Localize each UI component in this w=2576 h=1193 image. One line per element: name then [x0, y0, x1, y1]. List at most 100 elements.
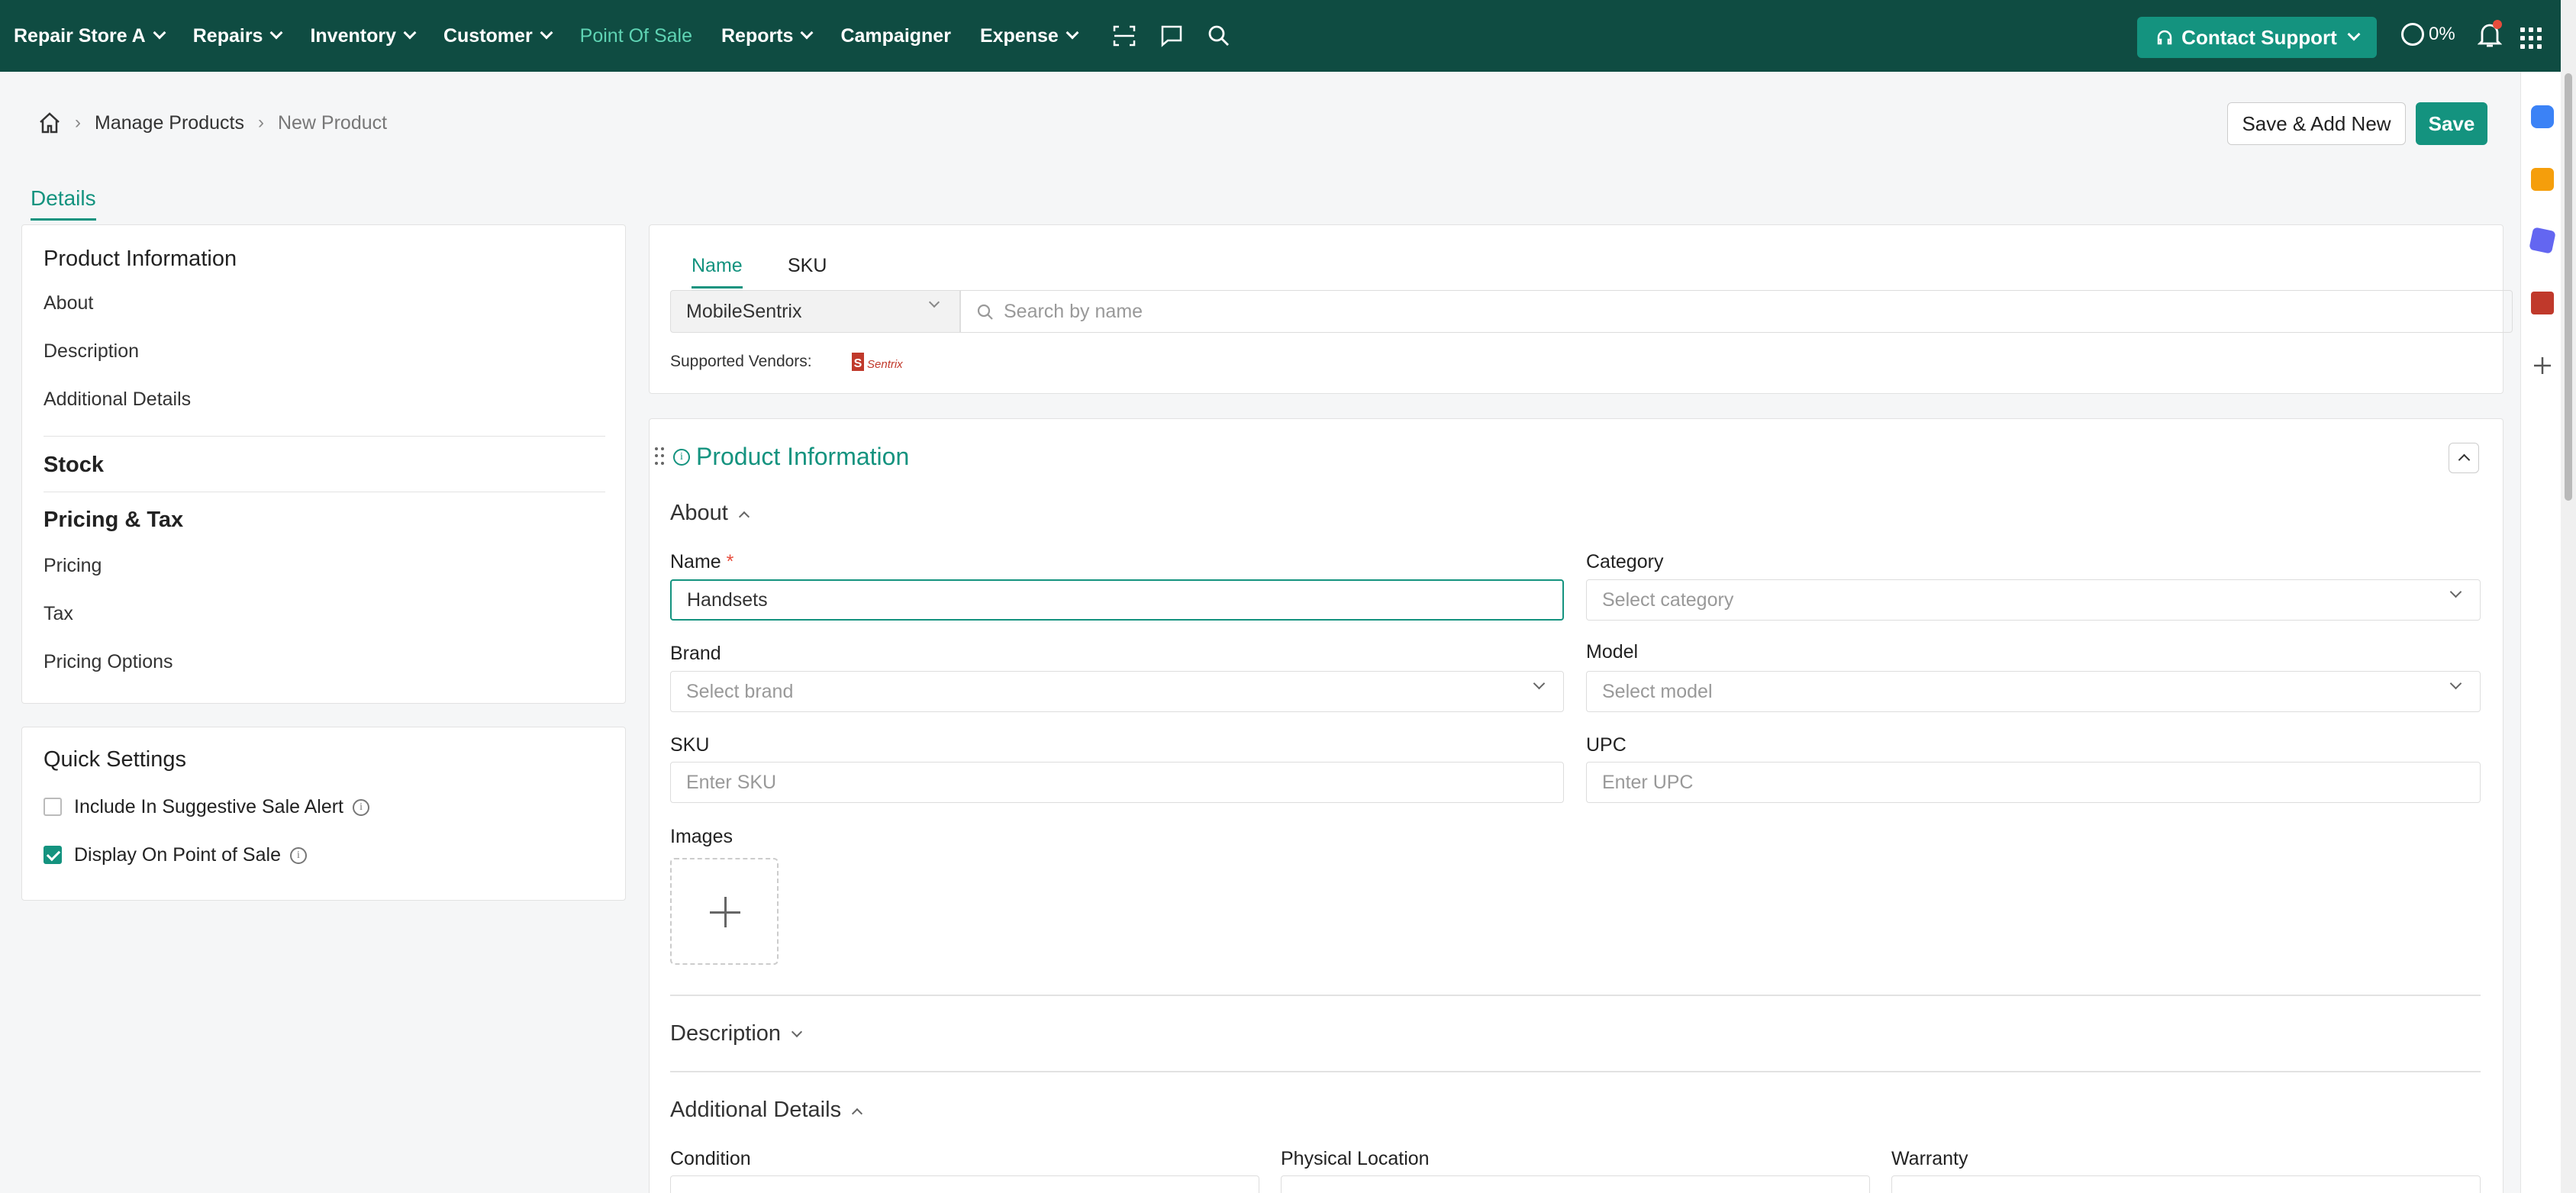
save-button[interactable]: Save [2416, 102, 2487, 145]
quick-settings-title: Quick Settings [44, 747, 186, 772]
condition-select[interactable] [670, 1175, 1259, 1193]
progress-ring-icon [2401, 23, 2424, 46]
category-select[interactable]: Select category [1586, 579, 2481, 621]
chevron-down-icon [2449, 585, 2462, 598]
tab-name[interactable]: Name [692, 255, 743, 289]
description-title: Description [670, 1021, 782, 1046]
nav-reports[interactable]: Reports [721, 24, 814, 47]
nav-pricing-tax[interactable]: Pricing & Tax [44, 508, 183, 533]
divider [44, 436, 605, 437]
home-icon[interactable] [38, 111, 61, 134]
brand-placeholder: Select brand [686, 680, 794, 702]
nav-about[interactable]: About [44, 292, 93, 314]
nav-stock[interactable]: Stock [44, 453, 104, 478]
chevron-down-icon [269, 26, 283, 40]
model-placeholder: Select model [1602, 680, 1713, 702]
divider [670, 1071, 2481, 1072]
info-icon: i [673, 449, 690, 466]
store-selector[interactable]: Repair Store A [14, 24, 166, 47]
info-icon[interactable]: i [353, 798, 370, 816]
cards-app-icon[interactable] [2529, 227, 2556, 254]
checkbox-text: Include In Suggestive Sale Alert [74, 796, 344, 817]
model-select[interactable]: Select model [1586, 671, 2481, 712]
storage-app-icon[interactable] [2531, 292, 2554, 314]
about-title: About [670, 501, 728, 525]
setup-progress[interactable]: 0% [2401, 23, 2455, 46]
vendor-select[interactable]: MobileSentrix [670, 290, 960, 333]
section-title-product-information: Product Information [696, 443, 910, 470]
nav-customer[interactable]: Customer [443, 24, 553, 47]
chat-app-icon[interactable] [2531, 105, 2554, 128]
nav-label: Reports [721, 24, 794, 47]
notification-dot [2493, 20, 2502, 29]
brand-select[interactable]: Select brand [670, 671, 1564, 712]
nav-inventory[interactable]: Inventory [310, 24, 417, 47]
chevron-down-icon [1066, 26, 1079, 40]
condition-label: Condition [670, 1148, 751, 1169]
notes-app-icon[interactable] [2531, 168, 2554, 191]
chevron-down-icon [153, 26, 166, 40]
chevron-up-icon [852, 1108, 863, 1119]
chat-icon[interactable] [1153, 18, 1190, 54]
additional-details-header[interactable]: Additional Details [670, 1098, 863, 1123]
nav-pricing-options[interactable]: Pricing Options [44, 651, 173, 673]
category-placeholder: Select category [1602, 588, 1734, 611]
quick-settings-panel: Quick Settings Include In Suggestive Sal… [21, 727, 626, 901]
scrollbar-thumb[interactable] [2565, 73, 2572, 501]
nav-expense[interactable]: Expense [979, 24, 1079, 47]
breadcrumb-separator: › [257, 112, 264, 133]
nav-label: Inventory [310, 24, 396, 47]
suggestive-sale-label: Include In Suggestive Sale Alert i [74, 796, 370, 818]
store-label: Repair Store A [14, 24, 146, 47]
breadcrumb: › Manage Products › New Product [38, 111, 387, 134]
nav-label: Expense [979, 24, 1059, 47]
apps-grid-icon[interactable] [2520, 27, 2542, 49]
nav-repairs[interactable]: Repairs [192, 24, 283, 47]
breadcrumb-separator: › [75, 112, 81, 133]
nav-point-of-sale[interactable]: Point Of Sale [580, 25, 692, 47]
tab-sku[interactable]: SKU [788, 255, 827, 277]
upc-input[interactable]: Enter UPC [1586, 762, 2481, 803]
description-header[interactable]: Description [670, 1021, 803, 1046]
about-header[interactable]: About [670, 501, 750, 526]
chevron-down-icon [791, 1026, 803, 1037]
contact-support-button[interactable]: Contact Support [2137, 17, 2377, 58]
sku-label: SKU [670, 734, 710, 756]
breadcrumb-manage-products[interactable]: Manage Products [95, 112, 244, 134]
suggestive-sale-checkbox[interactable] [44, 798, 62, 816]
nav-pricing[interactable]: Pricing [44, 555, 102, 577]
sku-input[interactable]: Enter SKU [670, 762, 1564, 803]
nav-campaigner[interactable]: Campaigner [840, 25, 950, 47]
chevron-down-icon [540, 26, 553, 40]
drag-handle-icon[interactable] [655, 447, 666, 466]
nav-tax[interactable]: Tax [44, 603, 73, 625]
model-label: Model [1586, 641, 1639, 663]
chevron-down-icon [928, 296, 940, 308]
nav-label: Point Of Sale [579, 24, 692, 47]
scan-icon[interactable] [1106, 18, 1143, 54]
headset-icon [2157, 30, 2172, 45]
physical-location-select[interactable] [1281, 1175, 1870, 1193]
nav-additional-details[interactable]: Additional Details [44, 389, 191, 411]
add-app-icon[interactable] [2531, 354, 2554, 377]
tab-details[interactable]: Details [31, 186, 96, 221]
display-pos-checkbox[interactable] [44, 846, 62, 864]
additional-details-title: Additional Details [670, 1098, 842, 1122]
save-add-new-button[interactable]: Save & Add New [2227, 102, 2406, 145]
warranty-input[interactable] [1891, 1175, 2481, 1193]
add-image-button[interactable] [670, 858, 779, 965]
mobilesentrix-logo: S Sentrix [850, 350, 920, 376]
name-input[interactable]: Handsets [670, 579, 1564, 621]
nav-label: Customer [443, 24, 533, 47]
product-search-input[interactable]: Search by name [960, 290, 2513, 333]
nav-description[interactable]: Description [44, 340, 139, 363]
info-icon[interactable]: i [289, 846, 307, 864]
collapse-section-button[interactable] [2449, 443, 2479, 473]
vendor-value: MobileSentrix [686, 300, 802, 322]
nav-product-information[interactable]: Product Information [44, 247, 237, 272]
nav-label: Repairs [192, 24, 263, 47]
search-placeholder: Search by name [1004, 300, 1143, 322]
warranty-label: Warranty [1891, 1148, 1968, 1169]
physical-location-label: Physical Location [1281, 1148, 1430, 1169]
search-icon[interactable] [1201, 18, 1237, 54]
